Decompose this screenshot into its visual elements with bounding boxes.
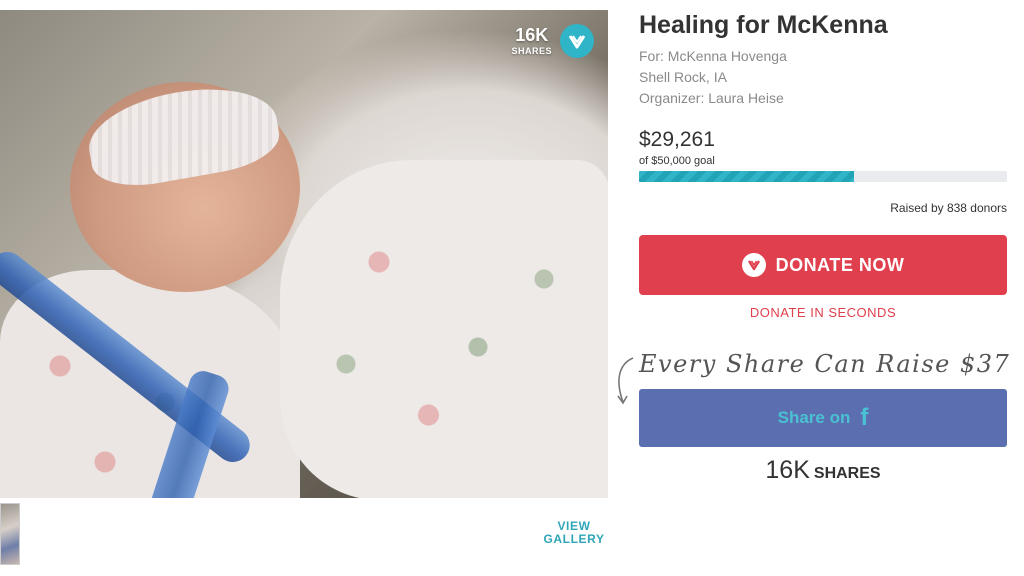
share-on-facebook-button[interactable]: Share on f: [639, 389, 1007, 447]
amount-raised: $29,261: [639, 128, 715, 151]
campaign-panel: Healing for McKenna For: McKenna Hovenga…: [617, 10, 1011, 485]
donate-heart-icon: [741, 253, 766, 277]
gallery-thumbnail[interactable]: [0, 503, 20, 565]
goal-text: of $50,000 goal: [639, 155, 715, 167]
photo-share-badge: 16K SHARES: [511, 24, 594, 58]
share-tagline-row: Every Share Can Raise $37: [617, 350, 1011, 405]
photo-share-label: SHARES: [511, 46, 552, 56]
shares-total: 16K SHARES: [639, 456, 1007, 485]
gofundme-logo-icon: [560, 24, 594, 58]
campaign-beneficiary: For: McKenna Hovenga: [639, 48, 787, 64]
curved-arrow-icon: [617, 357, 634, 405]
campaign-photo[interactable]: 16K SHARES: [0, 10, 608, 498]
share-on-label: Share on: [777, 408, 851, 427]
photo-share-count: 16K: [515, 25, 549, 45]
donate-in-seconds-link[interactable]: DONATE IN SECONDS: [639, 305, 1007, 320]
shares-total-count: 16K: [765, 456, 810, 484]
campaign-title: Healing for McKenna: [639, 11, 888, 39]
campaign-meta: For: McKenna Hovenga Shell Rock, IA Orga…: [639, 46, 1007, 109]
facebook-icon: f: [860, 404, 869, 431]
campaign-organizer: Organizer: Laura Heise: [639, 90, 784, 106]
photo-blanket-right: [280, 160, 608, 498]
view-gallery-link[interactable]: VIEW GALLERY: [540, 520, 608, 546]
progress-bar: [639, 171, 1007, 182]
donate-now-label: DONATE NOW: [775, 254, 905, 275]
shares-total-label: SHARES: [813, 465, 881, 482]
donors-count: Raised by 838 donors: [890, 201, 1007, 215]
progress-bar-fill: [639, 171, 855, 182]
view-gallery-label-2: GALLERY: [543, 532, 605, 546]
campaign-location: Shell Rock, IA: [639, 69, 727, 85]
donate-now-button[interactable]: DONATE NOW: [639, 235, 1007, 295]
share-tagline: Every Share Can Raise $37: [639, 350, 1011, 378]
